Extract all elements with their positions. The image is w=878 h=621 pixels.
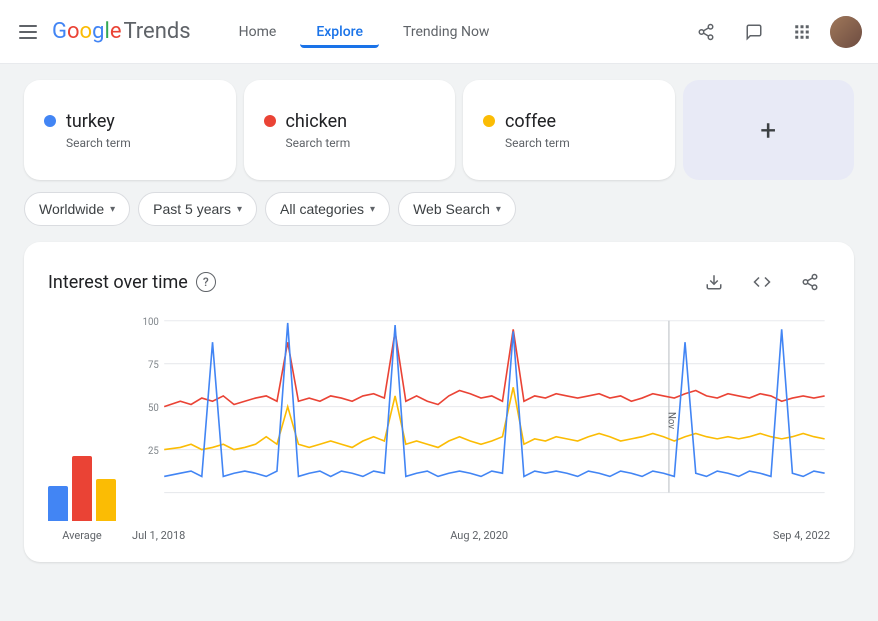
chicken-dot [264,115,276,127]
chart-actions [694,262,830,302]
header-left: Google Trends [16,19,191,44]
svg-text:Nov: Nov [666,412,677,429]
search-type-filter[interactable]: Web Search ▾ [398,192,516,226]
average-label: Average [62,529,102,542]
feedback-button[interactable] [734,12,774,52]
chart-title: Interest over time [48,272,188,293]
download-button[interactable] [694,262,734,302]
filters-row: Worldwide ▾ Past 5 years ▾ All categorie… [24,192,854,226]
account-avatar[interactable] [830,16,862,48]
chevron-down-icon: ▾ [496,204,501,215]
search-card-coffee[interactable]: coffee Search term [463,80,675,180]
main-content: turkey Search term chicken Search term c… [0,64,878,578]
main-nav: Home Explore Trending Now [223,16,686,48]
x-label-2: Aug 2, 2020 [450,529,508,542]
chevron-down-icon: ▾ [370,204,375,215]
turkey-dot [44,115,56,127]
coffee-dot [483,115,495,127]
turkey-term: turkey [66,111,115,132]
svg-text:100: 100 [143,317,159,328]
x-label-3: Sep 4, 2022 [773,529,830,542]
nav-explore[interactable]: Explore [300,16,379,48]
chart-title-row: Interest over time ? [48,272,216,293]
add-icon: + [760,114,776,147]
time-filter[interactable]: Past 5 years ▾ [138,192,257,226]
header-icons [686,12,862,52]
avg-bar-chicken [72,456,92,521]
search-card-turkey[interactable]: turkey Search term [24,80,236,180]
turkey-subtitle: Search term [66,136,216,150]
location-filter[interactable]: Worldwide ▾ [24,192,130,226]
search-cards-row: turkey Search term chicken Search term c… [24,80,854,180]
interest-over-time-card: Interest over time ? [24,242,854,562]
card-header: chicken [264,111,436,132]
chicken-subtitle: Search term [286,136,436,150]
apps-button[interactable] [782,12,822,52]
x-label-1: Jul 1, 2018 [132,529,185,542]
average-bars: Average [48,441,132,542]
avg-bar-coffee [96,479,116,521]
nav-home[interactable]: Home [223,16,293,48]
avg-bars-group [48,441,116,521]
embed-button[interactable] [742,262,782,302]
chevron-down-icon: ▾ [237,204,242,215]
x-axis-labels: Jul 1, 2018 Aug 2, 2020 Sep 4, 2022 [132,525,830,542]
menu-button[interactable] [16,20,40,44]
share-button[interactable] [686,12,726,52]
coffee-subtitle: Search term [505,136,655,150]
header: Google Trends Home Explore Trending Now [0,0,878,64]
chevron-down-icon: ▾ [110,204,115,215]
svg-text:75: 75 [148,360,159,371]
share-chart-button[interactable] [790,262,830,302]
svg-text:25: 25 [148,446,159,457]
card-header: turkey [44,111,216,132]
chicken-term: chicken [286,111,348,132]
chart-svg-container: 100 75 50 25 Nov Jul 1, 2018 A [132,310,830,542]
add-comparison-card[interactable]: + [683,80,855,180]
search-card-chicken[interactable]: chicken Search term [244,80,456,180]
chart-container: Average 100 75 50 25 [48,322,830,542]
google-trends-logo: Google Trends [52,19,191,44]
coffee-term: coffee [505,111,556,132]
card-header: coffee [483,111,655,132]
help-icon[interactable]: ? [196,272,216,292]
chart-header: Interest over time ? [48,262,830,302]
nav-trending-now[interactable]: Trending Now [387,16,505,48]
category-filter[interactable]: All categories ▾ [265,192,390,226]
avg-bar-turkey [48,486,68,521]
trend-chart-svg: 100 75 50 25 Nov [132,310,830,525]
svg-text:50: 50 [148,403,159,414]
